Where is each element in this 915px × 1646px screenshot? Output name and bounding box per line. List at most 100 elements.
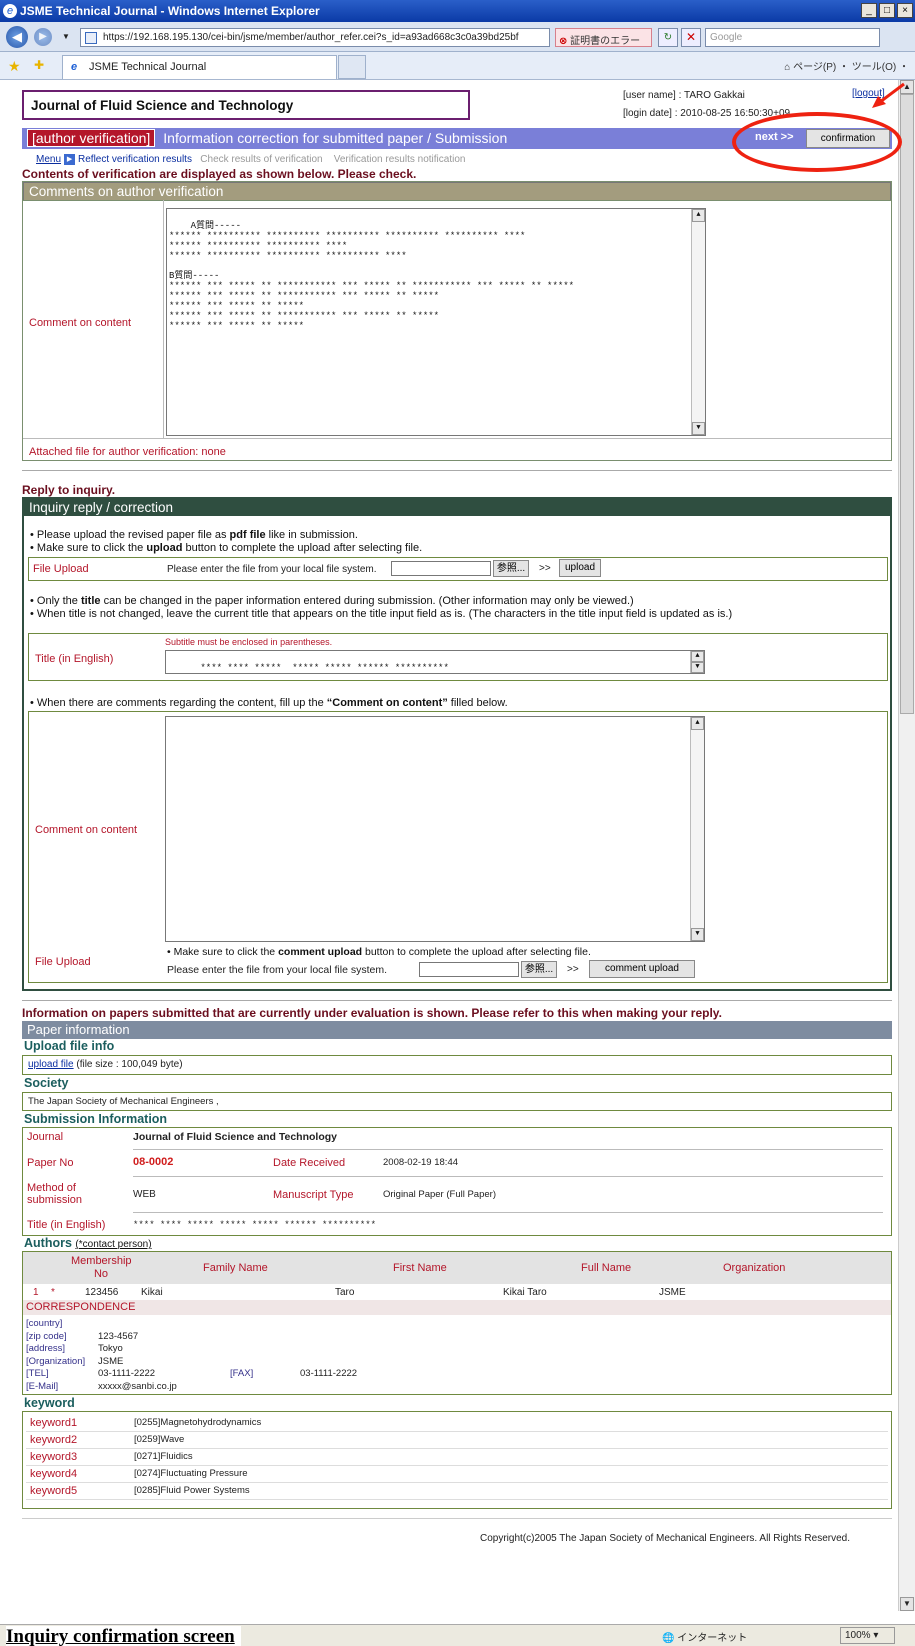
upload-button[interactable]: upload [559, 559, 601, 577]
col-full-name: Full Name [581, 1262, 632, 1274]
contact-person-note: (*contact person) [75, 1239, 152, 1250]
keyword-label: keyword2 [30, 1434, 78, 1446]
keyword-label: keyword5 [30, 1485, 78, 1497]
keyword-label: keyword4 [30, 1468, 78, 1480]
verification-panel: Comments on author verification Comment … [22, 181, 892, 461]
fax-value: 03-1111-2222 [300, 1368, 358, 1379]
url-text: https://192.168.195.130/cei-bin/jsme/mem… [103, 32, 519, 43]
society-title: Society [24, 1076, 69, 1090]
address-label: [address] [26, 1343, 66, 1354]
comment-file-path-input[interactable] [419, 962, 519, 977]
keyword-value: [0274]Fluctuating Pressure [134, 1468, 248, 1479]
reply-textarea-scrollbar[interactable]: ▲ ▼ [690, 717, 704, 941]
title-value: **** **** ***** ***** ***** ****** *****… [200, 663, 449, 673]
reply-comment-textarea[interactable]: ▲ ▼ [165, 716, 705, 942]
journal-label: Journal [27, 1131, 64, 1143]
subtitle-note: Subtitle must be enclosed in parentheses… [165, 637, 333, 647]
figure-caption: Inquiry confirmation screen [6, 1626, 241, 1646]
date-received-value: 2008-02-19 18:44 [383, 1157, 459, 1168]
contact-star: * [51, 1287, 55, 1298]
verification-comment-textarea[interactable]: A質問----- ****** ********** ********** **… [166, 208, 706, 436]
keyword-row: keyword2 [0259]Wave [26, 1432, 888, 1449]
scroll-down-icon[interactable]: ▼ [900, 1597, 914, 1611]
paper-intro: Information on papers submitted that are… [22, 1006, 722, 1020]
play-arrow-icon: ▶ [64, 154, 76, 165]
page-scrollbar[interactable]: ▲ ▼ [898, 80, 915, 1611]
forward-button[interactable]: ▶ [34, 28, 52, 46]
method-label: Method of submission [27, 1182, 83, 1206]
correspondence-details: [country] [zip code] 123-4567 [address] To… [26, 1318, 357, 1393]
keyword-row: keyword3 [0271]Fluidics [26, 1449, 888, 1466]
search-input[interactable]: Google [705, 28, 880, 47]
email-value: xxxxx@sanbi.co.jp [98, 1380, 177, 1392]
certificate-error-button[interactable]: ⊗ 証明書のエラー [555, 28, 652, 47]
paper-section-title: Paper information [22, 1021, 892, 1039]
browser-tab[interactable]: e JSME Technical Journal [62, 55, 337, 79]
annotation-circle [732, 112, 902, 172]
comment-file-upload-label: File Upload [35, 956, 91, 968]
file-upload-label: File Upload [33, 563, 89, 575]
tab-title: JSME Technical Journal [89, 61, 207, 73]
submission-box: Journal Journal of Fluid Science and Tec… [22, 1127, 892, 1236]
window-title: JSME Technical Journal - Windows Interne… [20, 4, 320, 18]
comment-row: Comment on content ▲ ▼ • Make sure to cli… [28, 711, 888, 983]
page-title: Information correction for submitted pap… [163, 130, 508, 146]
home-icon[interactable]: ⌂ [784, 62, 790, 73]
bullet-title-keep: • When title is not changed, leave the c… [30, 608, 733, 620]
file-upload-row: File Upload Please enter the file from y… [28, 557, 888, 581]
address-bar[interactable]: https://192.168.195.130/cei-bin/jsme/mem… [80, 28, 550, 47]
title-label: Title (in English) [35, 653, 114, 665]
certificate-error-label: 証明書のエラー [570, 36, 641, 47]
keyword-value: [0285]Fluid Power Systems [134, 1485, 250, 1496]
bullet-comment: • When there are comments regarding the … [30, 697, 508, 709]
col-first-name: First Name [393, 1262, 447, 1274]
favorites-star-icon[interactable]: ★ [8, 58, 21, 75]
keyword-row: keyword1 [0255]Magnetohydrodynamics [26, 1415, 888, 1432]
submission-title: Submission Information [24, 1112, 168, 1126]
breadcrumb-step-reflect: Reflect verification results [78, 154, 192, 166]
comment-upload-button[interactable]: comment upload [589, 960, 695, 978]
breadcrumb-menu-link[interactable]: Menu [36, 154, 61, 165]
stop-icon[interactable]: ✕ [681, 28, 701, 47]
refresh-icon[interactable]: ↻ [658, 28, 678, 47]
close-button[interactable]: × [897, 3, 913, 18]
org-label: [Organization] [26, 1355, 86, 1367]
tab-ie-icon: e [71, 61, 78, 73]
zip-label: [zip code] [26, 1330, 67, 1342]
comment-file-prompt: Please enter the file from your local fi… [167, 964, 388, 976]
address-value: Tokyo [98, 1343, 123, 1354]
navigation-bar: ◀ ▶ ▼ https://192.168.195.130/cei-bin/js… [0, 22, 915, 52]
new-tab-button[interactable] [338, 55, 366, 79]
add-favorites-icon[interactable]: ✚ [34, 58, 44, 72]
col-family-name: Family Name [203, 1262, 268, 1274]
back-button[interactable]: ◀ [6, 26, 28, 48]
zip-value: 123-4567 [98, 1330, 139, 1342]
keyword-box: keyword1 [0255]Magnetohydrodynamics keywor… [22, 1411, 892, 1509]
authors-box: Membership No Family Name First Name Ful… [22, 1251, 892, 1395]
ie-logo-icon: e [3, 4, 17, 18]
upload-file-link[interactable]: upload file [28, 1059, 74, 1070]
reply-comment-label: Comment on content [35, 824, 138, 836]
tel-value: 03-1111-2222 [98, 1368, 156, 1379]
comment-browse-button[interactable]: 参照... [521, 961, 557, 978]
keyword-row: keyword4 [0274]Fluctuating Pressure [26, 1466, 888, 1483]
title-input[interactable]: **** **** ***** ***** ***** ****** *****… [165, 650, 705, 674]
country-label: [country] [26, 1318, 63, 1329]
method-value: WEB [133, 1189, 156, 1200]
zoom-level[interactable]: 100% ▾ [840, 1627, 895, 1644]
file-path-input[interactable] [391, 561, 491, 576]
minimize-button[interactable]: _ [861, 3, 877, 18]
correspondence-row: CORRESPONDENCE [23, 1300, 891, 1315]
bullet-title-change: • Only the title can be changed in the p… [30, 595, 634, 607]
browse-button[interactable]: 参照... [493, 560, 529, 577]
copyright: Copyright(c)2005 The Japan Society of Me… [480, 1533, 851, 1544]
history-dropdown-icon[interactable]: ▼ [62, 32, 70, 41]
scroll-thumb[interactable] [900, 94, 914, 714]
textarea-scrollbar[interactable]: ▲ ▼ [691, 209, 705, 435]
command-bar[interactable]: ⌂ ページ(P) ・ ツール(O) ・ [784, 58, 909, 73]
maximize-button[interactable]: □ [879, 3, 895, 18]
tel-label: [TEL] [26, 1368, 49, 1379]
title-input-scrollbar[interactable]: ▲ ▼ [690, 651, 704, 673]
author-membership: 123456 [85, 1287, 119, 1298]
email-label: [E-Mail] [26, 1380, 59, 1392]
